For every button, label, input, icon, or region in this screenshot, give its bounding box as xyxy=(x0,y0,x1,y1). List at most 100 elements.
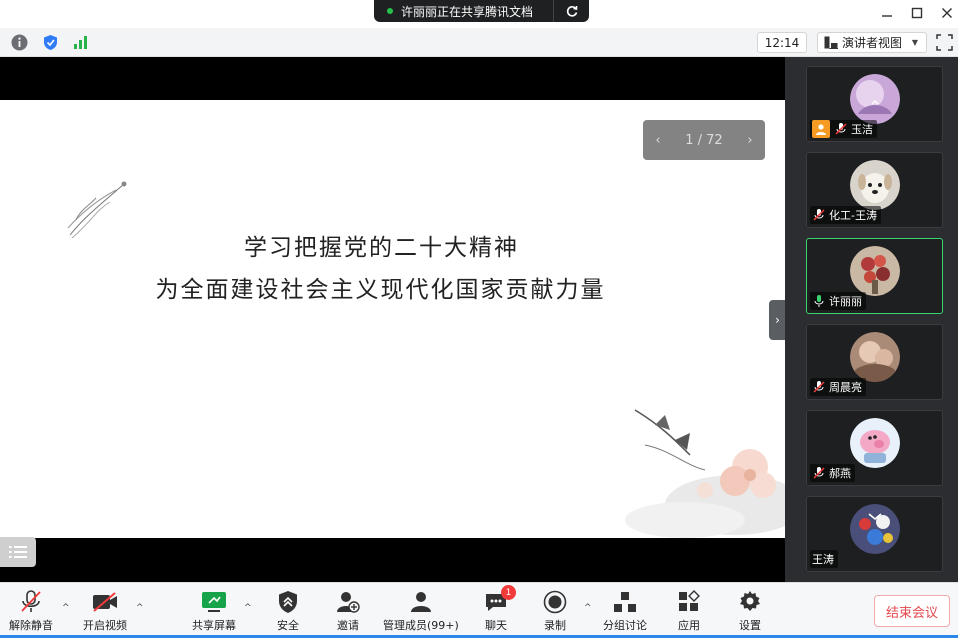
participant-tile[interactable]: 玉洁 xyxy=(806,66,943,142)
meeting-window: 许丽丽正在共享腾讯文档 12:14 演讲者视图 ▼ 学习把握党的二十大精神 为全… xyxy=(0,0,958,638)
page-indicator: 1 / 72 xyxy=(685,132,723,148)
mic-muted-icon xyxy=(835,123,847,135)
security-label: 安全 xyxy=(277,619,299,632)
chat-label: 聊天 xyxy=(485,619,507,632)
avatar xyxy=(850,332,900,382)
sharing-banner-text: 许丽丽正在共享腾讯文档 xyxy=(401,4,534,19)
participant-label: 郝燕 xyxy=(810,464,855,482)
start-video-label: 开启视频 xyxy=(83,619,127,632)
share-options-chevron-icon[interactable]: ^ xyxy=(244,603,252,613)
security-button[interactable]: 安全 xyxy=(274,589,302,637)
maximize-button[interactable] xyxy=(905,2,929,24)
share-screen-icon xyxy=(200,589,228,615)
apps-label: 应用 xyxy=(678,619,700,632)
start-video-button[interactable]: 开启视频 xyxy=(83,589,127,637)
mic-muted-icon xyxy=(813,209,825,221)
meeting-toolbar: 解除静音 ^ 开启视频 ^ 共享屏幕 ^ 安全 邀请 管理成员(99+) 1 聊… xyxy=(0,582,958,638)
shared-content-area: 学习把握党的二十大精神 为全面建设社会主义现代化国家贡献力量 ‹ 1 / 72 … xyxy=(0,57,785,582)
chevron-right-icon: › xyxy=(775,313,780,327)
mic-on-icon xyxy=(814,295,824,307)
members-icon xyxy=(407,589,435,615)
lotus-ink-decoration xyxy=(625,409,785,538)
participant-panel: 玉洁 化工-王涛 许丽丽 周晨亮 郝燕 王涛 xyxy=(785,57,958,582)
minimize-button[interactable] xyxy=(875,2,899,24)
chat-icon: 1 xyxy=(482,585,516,615)
outline-list-button[interactable] xyxy=(0,537,36,567)
page-navigator: ‹ 1 / 72 › xyxy=(643,120,765,160)
settings-button[interactable]: 设置 xyxy=(736,589,764,637)
participant-name: 王涛 xyxy=(812,553,834,566)
signal-icon[interactable] xyxy=(72,34,89,51)
info-bar: 12:14 演讲者视图 ▼ xyxy=(0,28,958,57)
participant-tile[interactable]: 郝燕 xyxy=(806,410,943,486)
avatar xyxy=(850,418,900,468)
settings-label: 设置 xyxy=(739,619,761,632)
participant-label: 王涛 xyxy=(810,550,838,568)
record-label: 录制 xyxy=(544,619,566,632)
participant-tile[interactable]: 王涛 xyxy=(806,496,943,572)
close-button[interactable] xyxy=(935,2,958,24)
mic-muted-icon xyxy=(17,589,45,615)
end-meeting-button[interactable]: 结束会议 xyxy=(874,595,950,627)
gear-icon xyxy=(736,589,764,615)
participant-label: 玉洁 xyxy=(810,120,877,138)
host-badge-icon xyxy=(812,120,830,138)
apps-icon xyxy=(675,589,703,615)
next-page-icon[interactable]: › xyxy=(747,133,752,148)
invite-button[interactable]: 邀请 xyxy=(334,589,362,637)
participant-name: 周晨亮 xyxy=(829,381,862,394)
sharing-banner: 许丽丽正在共享腾讯文档 xyxy=(374,0,589,22)
record-icon xyxy=(541,589,569,615)
participant-label: 许丽丽 xyxy=(810,292,866,310)
live-dot-icon xyxy=(387,8,393,14)
avatar xyxy=(850,160,900,210)
audio-options-chevron-icon[interactable]: ^ xyxy=(62,603,70,613)
avatar xyxy=(850,504,900,554)
layout-icon xyxy=(824,36,838,49)
participant-tile[interactable]: 周晨亮 xyxy=(806,324,943,400)
record-button[interactable]: 录制 xyxy=(541,589,569,637)
slide-title-line1: 学习把握党的二十大精神 xyxy=(244,235,519,261)
info-icon[interactable] xyxy=(11,34,28,51)
fullscreen-icon[interactable] xyxy=(936,34,953,51)
view-mode-dropdown[interactable]: 演讲者视图 ▼ xyxy=(817,32,927,53)
share-screen-label: 共享屏幕 xyxy=(192,619,236,632)
breakout-icon xyxy=(611,589,639,615)
share-screen-button[interactable]: 共享屏幕 xyxy=(192,589,236,637)
video-off-icon xyxy=(91,589,119,615)
unmute-button[interactable]: 解除静音 xyxy=(9,589,53,637)
participant-label: 周晨亮 xyxy=(810,378,866,396)
video-options-chevron-icon[interactable]: ^ xyxy=(136,603,144,613)
participant-name: 许丽丽 xyxy=(829,295,862,308)
participant-label: 化工-王涛 xyxy=(810,206,881,224)
apps-button[interactable]: 应用 xyxy=(675,589,703,637)
record-options-chevron-icon[interactable]: ^ xyxy=(584,603,592,613)
manage-members-label: 管理成员(99+) xyxy=(383,619,459,632)
participant-tile[interactable]: 化工-王涛 xyxy=(806,152,943,228)
add-user-icon xyxy=(334,589,362,615)
presentation-slide: 学习把握党的二十大精神 为全面建设社会主义现代化国家贡献力量 ‹ 1 / 72 … xyxy=(0,100,785,538)
participant-name: 玉洁 xyxy=(851,123,873,136)
shield-icon[interactable] xyxy=(42,34,59,51)
avatar xyxy=(850,246,900,296)
collapse-panel-button[interactable]: › xyxy=(769,300,786,340)
security-shield-icon xyxy=(274,589,302,615)
invite-label: 邀请 xyxy=(337,619,359,632)
breakout-label: 分组讨论 xyxy=(603,619,647,632)
breakout-rooms-button[interactable]: 分组讨论 xyxy=(603,589,647,637)
previous-page-icon[interactable]: ‹ xyxy=(655,133,660,148)
meeting-timer: 12:14 xyxy=(757,32,807,53)
participant-tile-active-speaker[interactable]: 许丽丽 xyxy=(806,238,943,314)
list-icon xyxy=(9,546,27,558)
mic-muted-icon xyxy=(813,467,825,479)
chat-button[interactable]: 1 聊天 xyxy=(482,585,516,637)
refresh-icon[interactable] xyxy=(553,0,589,22)
mic-muted-icon xyxy=(813,381,825,393)
slide-title-line2: 为全面建设社会主义现代化国家贡献力量 xyxy=(155,277,606,303)
participant-name: 郝燕 xyxy=(829,467,851,480)
participant-name: 化工-王涛 xyxy=(829,209,877,222)
manage-members-button[interactable]: 管理成员(99+) xyxy=(383,589,459,637)
chat-unread-badge: 1 xyxy=(501,585,516,600)
view-mode-label: 演讲者视图 xyxy=(842,36,903,50)
unmute-label: 解除静音 xyxy=(9,619,53,632)
